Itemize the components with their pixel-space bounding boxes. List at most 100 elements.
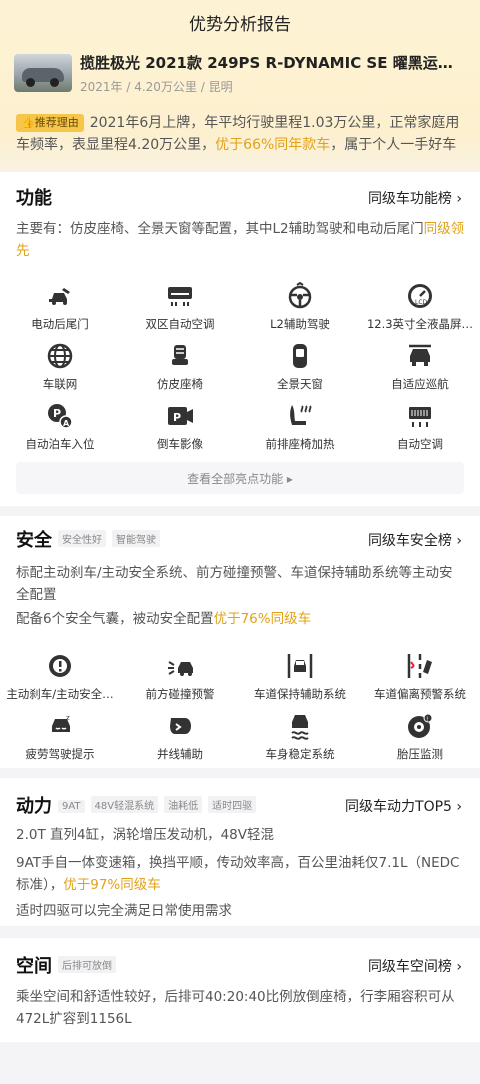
space-title: 空间 后排可放倒 <box>16 952 116 978</box>
lane-keep-icon <box>286 652 314 680</box>
features-item-label: 双区自动空调 <box>145 317 215 331</box>
safety-item-label: 疲劳驾驶提示 <box>25 747 95 761</box>
features-grid: 电动后尾门 双区自动空调 L2辅助驾驶 LCD 12.3英寸全液晶屏… 车联网 仿皮座椅 全景… <box>0 282 480 462</box>
page-header: 优势分析报告 <box>0 0 480 44</box>
features-item-label: 12.3英寸全液晶屏… <box>366 317 474 331</box>
space-summary: 乘坐空间和舒适性较好，后排可40:20:40比例放倒座椅，行李厢容积可从472L… <box>16 989 455 1027</box>
safety-item-label: 前方碰撞预警 <box>145 687 215 701</box>
thumbs-up-icon: 👍 <box>21 116 35 129</box>
safety-airbag-text: 配备6个安全气囊，被动安全配置优于76%同级车 <box>16 611 312 627</box>
features-item-label: 前排座椅加热 <box>265 437 335 451</box>
sunroof-icon <box>286 342 314 370</box>
svg-text:!: ! <box>426 716 428 723</box>
tailgate-icon <box>46 282 74 310</box>
reason-highlight: 优于66%同年款车 <box>215 137 331 153</box>
power-tag: 油耗低 <box>164 796 203 813</box>
safety-item-label: 胎压监测 <box>397 747 443 761</box>
auto-ac-icon <box>406 402 434 430</box>
page-title: 优势分析报告 <box>189 14 291 35</box>
safety-item-label: 并线辅助 <box>157 747 203 761</box>
car-title: 揽胜极光 2021款 249PS R-DYNAMIC SE 曜黑运… <box>80 54 453 72</box>
seat-heat-icon <box>286 402 314 430</box>
features-item[interactable]: P A 自动泊车入位 <box>0 402 120 462</box>
features-item-label: 倒车影像 <box>157 437 203 451</box>
car-subtitle: 2021年 / 4.20万公里 / 昆明 <box>80 80 233 94</box>
features-summary: 主要有：仿皮座椅、全景天窗等配置，其中L2辅助驾驶和电动后尾门同级领先 <box>16 221 465 259</box>
fatigue-icon: z <box>46 712 74 740</box>
svg-text:A: A <box>63 419 70 428</box>
features-item[interactable]: P 倒车影像 <box>120 402 240 462</box>
features-item-label: 自适应巡航 <box>391 377 449 391</box>
safety-item[interactable]: 前方碰撞预警 <box>120 652 240 712</box>
features-item-label: 电动后尾门 <box>31 317 89 331</box>
safety-item[interactable]: 车道保持辅助系统 <box>240 652 360 712</box>
safety-item-label: 车道偏离预警系统 <box>374 687 466 701</box>
svg-text:P: P <box>53 407 61 420</box>
features-item[interactable]: 自动空调 <box>360 402 480 462</box>
safety-item-label: 车身稳定系统 <box>265 747 335 761</box>
features-title: 功能 <box>16 188 52 209</box>
power-tag: 48V轻混系统 <box>90 796 159 813</box>
features-item-label: 全景天窗 <box>277 377 323 391</box>
rear-camera-icon: P <box>166 402 194 430</box>
safety-item[interactable]: 主动刹车/主动安全… <box>0 652 120 712</box>
steering-wheel-icon <box>286 282 314 310</box>
features-item-label: 自动空调 <box>397 437 443 451</box>
safety-item[interactable]: z 疲劳驾驶提示 <box>0 712 120 772</box>
features-item[interactable]: 双区自动空调 <box>120 282 240 342</box>
features-item[interactable]: 电动后尾门 <box>0 282 120 342</box>
brake-icon <box>46 652 74 680</box>
power-awd-text: 适时四驱可以完全满足日常使用需求 <box>16 903 232 919</box>
tire-icon: ! <box>406 712 434 740</box>
safety-tag: 智能驾驶 <box>112 530 160 547</box>
mirror-icon <box>166 712 194 740</box>
safety-rank-link[interactable]: 同级车安全榜 › <box>368 530 462 550</box>
features-item-label: 自动泊车入位 <box>25 437 95 451</box>
safety-item[interactable]: ! 胎压监测 <box>360 712 480 772</box>
features-item[interactable]: 自适应巡航 <box>360 342 480 402</box>
power-rank-link[interactable]: 同级车动力TOP5 › <box>345 796 462 816</box>
power-engine-text: 2.0T 直列4缸，涡轮增压发动机，48V轻混 <box>16 827 275 843</box>
svg-text:z: z <box>66 714 70 722</box>
safety-item[interactable]: 车身稳定系统 <box>240 712 360 772</box>
power-tag: 适时四驱 <box>208 796 257 813</box>
safety-item[interactable]: 车道偏离预警系统 <box>360 652 480 712</box>
power-transmission-text: 9AT手自一体变速箱，换挡平顺，传动效率高，百公里油耗仅7.1L（NEDC标准）… <box>16 855 460 893</box>
space-card: 空间 后排可放倒 同级车空间榜 › 乘坐空间和舒适性较好，后排可40:20:40比… <box>0 938 480 1042</box>
seat-icon <box>166 342 194 370</box>
car-summary[interactable]: 揽胜极光 2021款 249PS R-DYNAMIC SE 曜黑运… 2021年… <box>14 50 470 100</box>
safety-summary: 标配主动刹车/主动安全系统、前方碰撞预警、车道保持辅助系统等主动安全配置 <box>16 565 453 603</box>
space-tag: 后排可放倒 <box>58 956 116 973</box>
reason-text-end: ，属于个人一手好车 <box>330 137 457 153</box>
safety-item[interactable]: 并线辅助 <box>120 712 240 772</box>
recommend-badge: 👍推荐理由 <box>16 114 84 132</box>
recommend-reason: 👍推荐理由 2021年6月上牌，年平均行驶里程1.03万公里，正常家庭用车频率，… <box>16 112 466 156</box>
safety-tag: 安全性好 <box>58 530 106 547</box>
safety-item-label: 车道保持辅助系统 <box>254 687 346 701</box>
power-tag: 9AT <box>58 800 85 813</box>
space-rank-link[interactable]: 同级车空间榜 › <box>368 956 462 976</box>
features-item[interactable]: L2辅助驾驶 <box>240 282 360 342</box>
features-rank-link[interactable]: 同级车功能榜 › <box>368 188 462 208</box>
power-title: 动力 9AT 48V轻混系统 油耗低 适时四驱 <box>16 792 257 818</box>
collision-icon <box>166 652 194 680</box>
power-card: 动力 9AT 48V轻混系统 油耗低 适时四驱 同级车动力TOP5 › 2.0T 直列4… <box>0 778 480 926</box>
features-item[interactable]: 车联网 <box>0 342 120 402</box>
features-item[interactable]: 全景天窗 <box>240 342 360 402</box>
stability-icon <box>286 712 314 740</box>
features-item-label: L2辅助驾驶 <box>270 317 330 331</box>
safety-title: 安全 安全性好 智能驾驶 <box>16 526 160 552</box>
svg-text:P: P <box>173 411 181 424</box>
gauge-icon: LCD <box>406 282 434 310</box>
features-item[interactable]: 仿皮座椅 <box>120 342 240 402</box>
features-item[interactable]: 前排座椅加热 <box>240 402 360 462</box>
globe-icon <box>46 342 74 370</box>
view-all-features-button[interactable]: 查看全部亮点功能 ▸ <box>16 462 464 494</box>
features-item[interactable]: LCD 12.3英寸全液晶屏… <box>360 282 480 342</box>
features-item-label: 仿皮座椅 <box>157 377 203 391</box>
safety-grid: 主动刹车/主动安全… 前方碰撞预警 车道保持辅助系统 车道偏离预警系统 z 疲劳驾驶提示 并… <box>0 652 480 772</box>
safety-item-label: 主动刹车/主动安全… <box>6 687 114 701</box>
car-thumbnail <box>14 54 72 92</box>
svg-text:LCD: LCD <box>415 299 428 306</box>
safety-card: 安全 安全性好 智能驾驶 同级车安全榜 › 标配主动刹车/主动安全系统、前方碰撞预警… <box>0 516 480 768</box>
